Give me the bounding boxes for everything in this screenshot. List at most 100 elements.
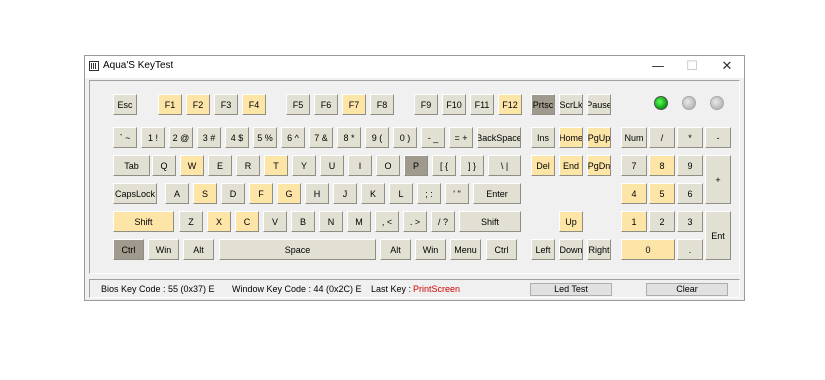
key-9[interactable]: 9 ( <box>365 127 389 148</box>
key-f8[interactable]: F8 <box>370 94 394 115</box>
key-l[interactable]: L <box>389 183 413 204</box>
key-b[interactable]: B <box>291 211 315 232</box>
key-rbracket[interactable]: ] } <box>460 155 484 176</box>
key-kp4[interactable]: 4 <box>621 183 647 204</box>
key-backslash[interactable]: \ | <box>488 155 521 176</box>
key-kp9[interactable]: 9 <box>677 155 703 176</box>
key-tilde[interactable]: ` ~ <box>113 127 137 148</box>
key-rwin[interactable]: Win <box>415 239 446 260</box>
key-scrlk[interactable]: ScrLk <box>559 94 583 115</box>
key-right[interactable]: Right <box>587 239 611 260</box>
key-kp-div[interactable]: / <box>649 127 675 148</box>
key-kp-plus[interactable]: + <box>705 155 731 204</box>
led-test-button[interactable]: Led Test <box>530 283 612 296</box>
key-r[interactable]: R <box>236 155 260 176</box>
key-h[interactable]: H <box>305 183 329 204</box>
key-space[interactable]: Space <box>219 239 376 260</box>
key-x[interactable]: X <box>207 211 231 232</box>
key-f5[interactable]: F5 <box>286 94 310 115</box>
key-k[interactable]: K <box>361 183 385 204</box>
clear-button[interactable]: Clear <box>646 283 728 296</box>
key-period[interactable]: . > <box>403 211 427 232</box>
key-5[interactable]: 5 % <box>253 127 277 148</box>
key-d[interactable]: D <box>221 183 245 204</box>
key-e[interactable]: E <box>208 155 232 176</box>
key-f12[interactable]: F12 <box>498 94 522 115</box>
key-up[interactable]: Up <box>559 211 583 232</box>
key-lwin[interactable]: Win <box>148 239 179 260</box>
key-7[interactable]: 7 & <box>309 127 333 148</box>
key-lalt[interactable]: Alt <box>183 239 214 260</box>
key-j[interactable]: J <box>333 183 357 204</box>
key-f3[interactable]: F3 <box>214 94 238 115</box>
key-kp3[interactable]: 3 <box>677 211 703 232</box>
key-kp-minus[interactable]: - <box>705 127 731 148</box>
key-8[interactable]: 8 * <box>337 127 361 148</box>
key-3[interactable]: 3 # <box>197 127 221 148</box>
key-prtsc[interactable]: Prtsc <box>531 94 555 115</box>
key-n[interactable]: N <box>319 211 343 232</box>
key-pgup[interactable]: PgUp <box>587 127 611 148</box>
key-6[interactable]: 6 ^ <box>281 127 305 148</box>
key-rctrl[interactable]: Ctrl <box>486 239 517 260</box>
key-ralt[interactable]: Alt <box>380 239 411 260</box>
key-z[interactable]: Z <box>179 211 203 232</box>
key-backspace[interactable]: BackSpace <box>477 127 521 148</box>
key-c[interactable]: C <box>235 211 259 232</box>
key-m[interactable]: M <box>347 211 371 232</box>
key-w[interactable]: W <box>180 155 204 176</box>
key-f[interactable]: F <box>249 183 273 204</box>
key-lshift[interactable]: Shift <box>113 211 174 232</box>
key-home[interactable]: Home <box>559 127 583 148</box>
key-1[interactable]: 1 ! <box>141 127 165 148</box>
key-f4[interactable]: F4 <box>242 94 266 115</box>
key-kp5[interactable]: 5 <box>649 183 675 204</box>
key-kp8[interactable]: 8 <box>649 155 675 176</box>
key-kp6[interactable]: 6 <box>677 183 703 204</box>
key-2[interactable]: 2 @ <box>169 127 193 148</box>
key-kp-mul[interactable]: * <box>677 127 703 148</box>
key-v[interactable]: V <box>263 211 287 232</box>
key-left[interactable]: Left <box>531 239 555 260</box>
key-a[interactable]: A <box>165 183 189 204</box>
key-num[interactable]: Num <box>621 127 647 148</box>
key-f1[interactable]: F1 <box>158 94 182 115</box>
maximize-button[interactable]: ☐ <box>675 57 709 77</box>
key-y[interactable]: Y <box>292 155 316 176</box>
key-g[interactable]: G <box>277 183 301 204</box>
key-i[interactable]: I <box>348 155 372 176</box>
minimize-button[interactable]: — <box>641 57 675 77</box>
key-f10[interactable]: F10 <box>442 94 466 115</box>
close-button[interactable]: ✕ <box>710 57 744 77</box>
key-pause[interactable]: Pause <box>587 94 611 115</box>
key-f9[interactable]: F9 <box>414 94 438 115</box>
key-rshift[interactable]: Shift <box>459 211 521 232</box>
key-f11[interactable]: F11 <box>470 94 494 115</box>
key-capslock[interactable]: CapsLock <box>113 183 157 204</box>
key-lctrl[interactable]: Ctrl <box>113 239 144 260</box>
key-tab[interactable]: Tab <box>113 155 150 176</box>
key-u[interactable]: U <box>320 155 344 176</box>
key-equal[interactable]: = + <box>449 127 473 148</box>
key-o[interactable]: O <box>376 155 400 176</box>
key-ins[interactable]: Ins <box>531 127 555 148</box>
key-kp-enter[interactable]: Ent <box>705 211 731 260</box>
key-s[interactable]: S <box>193 183 217 204</box>
key-end[interactable]: End <box>559 155 583 176</box>
key-p[interactable]: P <box>404 155 428 176</box>
key-4[interactable]: 4 $ <box>225 127 249 148</box>
key-0[interactable]: 0 ) <box>393 127 417 148</box>
key-t[interactable]: T <box>264 155 288 176</box>
key-kp1[interactable]: 1 <box>621 211 647 232</box>
key-kp-dot[interactable]: . <box>677 239 703 260</box>
key-kp7[interactable]: 7 <box>621 155 647 176</box>
key-semicolon[interactable]: ; : <box>417 183 441 204</box>
key-kp2[interactable]: 2 <box>649 211 675 232</box>
key-comma[interactable]: , < <box>375 211 399 232</box>
key-enter[interactable]: Enter <box>473 183 521 204</box>
key-f2[interactable]: F2 <box>186 94 210 115</box>
key-quote[interactable]: ' " <box>445 183 469 204</box>
key-minus[interactable]: - _ <box>421 127 445 148</box>
key-esc[interactable]: Esc <box>113 94 137 115</box>
key-f7[interactable]: F7 <box>342 94 366 115</box>
